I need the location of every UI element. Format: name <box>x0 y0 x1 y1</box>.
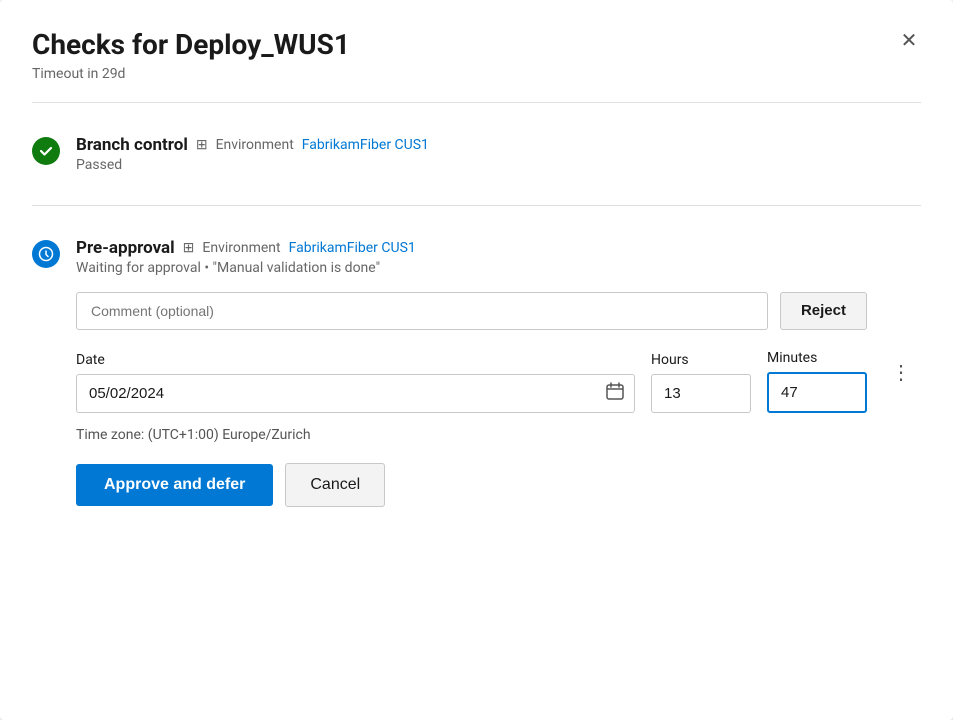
minutes-field-group: Minutes <box>767 350 867 413</box>
pre-approval-env-label: Environment <box>202 240 280 256</box>
clock-icon <box>38 246 54 262</box>
minutes-label: Minutes <box>767 350 867 366</box>
divider-top <box>32 102 921 103</box>
comment-input[interactable] <box>76 292 768 330</box>
approve-defer-button[interactable]: Approve and defer <box>76 464 273 506</box>
pre-approval-status-icon <box>32 240 60 268</box>
modal-subtitle: Timeout in 29d <box>32 66 921 82</box>
comment-row: Reject <box>76 292 867 330</box>
branch-control-env-icon: ⊞ <box>196 137 208 153</box>
checkmark-icon <box>38 143 54 159</box>
timezone-text: Time zone: (UTC+1:00) Europe/Zurich <box>76 427 867 443</box>
hours-label: Hours <box>651 352 751 368</box>
date-field-group: Date <box>76 352 635 413</box>
branch-control-status: Passed <box>76 157 921 173</box>
pre-approval-env-icon: ⊞ <box>183 240 195 256</box>
pre-approval-name: Pre-approval <box>76 238 175 258</box>
close-icon: ✕ <box>901 28 918 53</box>
pre-approval-title-row: Pre-approval ⊞ Environment FabrikamFiber… <box>76 238 867 258</box>
close-button[interactable]: ✕ <box>893 24 925 56</box>
date-time-row: Date <box>76 350 867 413</box>
branch-control-content: Branch control ⊞ Environment FabrikamFib… <box>76 135 921 173</box>
hours-input[interactable] <box>651 374 751 413</box>
cancel-button[interactable]: Cancel <box>285 463 385 507</box>
modal-header: Checks for Deploy_WUS1 Timeout in 29d <box>32 28 921 82</box>
pre-approval-env-link[interactable]: FabrikamFiber CUS1 <box>289 240 416 256</box>
hours-field-group: Hours <box>651 352 751 413</box>
pre-approval-status: Waiting for approval • "Manual validatio… <box>76 260 867 276</box>
date-label: Date <box>76 352 635 368</box>
divider-middle <box>32 205 921 206</box>
more-options-button[interactable]: ⋮ <box>883 356 921 389</box>
pre-approval-row: Pre-approval ⊞ Environment FabrikamFiber… <box>32 226 921 519</box>
branch-control-title-row: Branch control ⊞ Environment FabrikamFib… <box>76 135 921 155</box>
modal-container: Checks for Deploy_WUS1 Timeout in 29d ✕ … <box>0 0 953 720</box>
branch-control-env-link[interactable]: FabrikamFiber CUS1 <box>302 137 429 153</box>
approval-form: Reject Date <box>76 292 867 507</box>
date-input[interactable] <box>76 374 635 413</box>
pre-approval-content: Pre-approval ⊞ Environment FabrikamFiber… <box>76 238 867 507</box>
modal-title: Checks for Deploy_WUS1 <box>32 28 921 62</box>
branch-control-row: Branch control ⊞ Environment FabrikamFib… <box>32 123 921 185</box>
branch-control-status-icon <box>32 137 60 165</box>
branch-control-name: Branch control <box>76 135 188 155</box>
action-row: Approve and defer Cancel <box>76 463 867 507</box>
reject-button[interactable]: Reject <box>780 292 867 330</box>
minutes-input[interactable] <box>767 372 867 413</box>
branch-control-env-label: Environment <box>216 137 294 153</box>
date-input-wrapper <box>76 374 635 413</box>
more-options-icon: ⋮ <box>891 362 913 384</box>
